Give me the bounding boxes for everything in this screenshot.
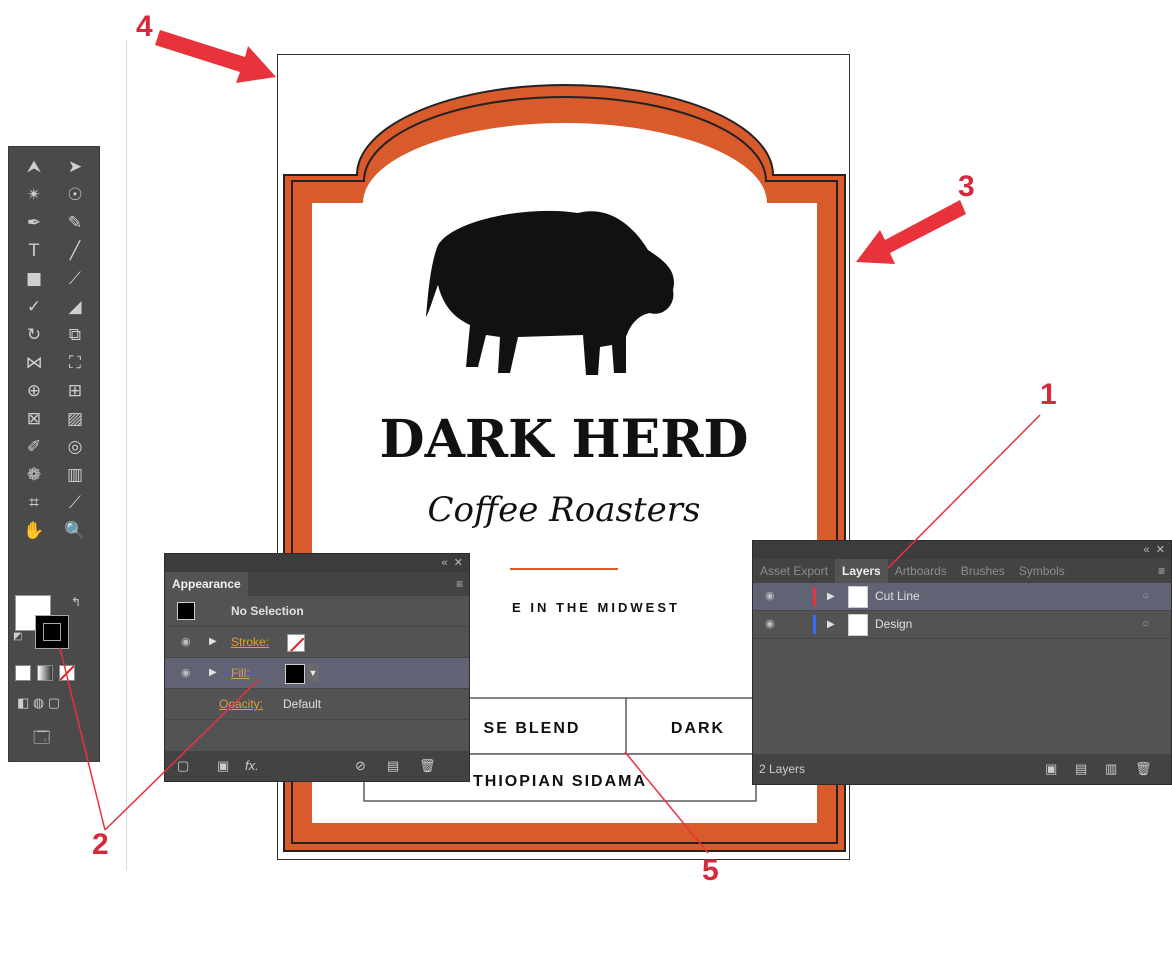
annotation-overlay <box>59 30 1041 854</box>
callout-number-2: 2 <box>92 828 109 861</box>
callout-line-1 <box>887 414 1041 569</box>
callout-line-5 <box>624 751 709 854</box>
callout-number-3: 3 <box>958 170 975 203</box>
callout-number-1: 1 <box>1040 378 1057 411</box>
callout-number-5: 5 <box>702 854 719 887</box>
callout-number-4: 4 <box>136 10 153 43</box>
callout-line-2a <box>104 679 259 831</box>
arrow-3 <box>856 200 966 264</box>
callout-line-2b <box>59 647 106 831</box>
arrow-4 <box>155 30 276 83</box>
